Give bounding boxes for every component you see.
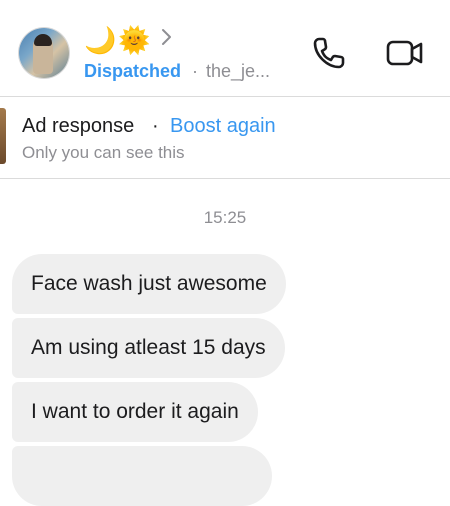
status-label: Dispatched xyxy=(84,61,182,81)
ad-thumbnail[interactable] xyxy=(0,108,6,164)
video-camera-icon[interactable] xyxy=(384,33,426,73)
phone-icon[interactable] xyxy=(309,33,349,73)
ad-response-title: Ad response xyxy=(22,115,135,137)
header-separator: · xyxy=(192,61,198,81)
message-bubble-partial[interactable] xyxy=(12,446,272,506)
header-divider xyxy=(0,96,450,97)
boost-again-link[interactable]: Boost again xyxy=(170,114,276,138)
sun-emoji: 🌞 xyxy=(118,26,151,56)
display-name[interactable]: 🌙 🌞 xyxy=(84,24,151,58)
avatar-hair xyxy=(34,34,52,46)
chevron-right-icon[interactable] xyxy=(160,27,174,47)
ad-separator: · xyxy=(152,115,159,137)
ad-visibility-note: Only you can see this xyxy=(22,143,185,162)
chat-header: 🌙 🌞 Dispatched · the_je... xyxy=(0,0,450,96)
message-bubble[interactable]: Am using atleast 15 days xyxy=(12,318,285,378)
profile-avatar[interactable] xyxy=(19,28,69,78)
message-timestamp: 15:25 xyxy=(203,208,247,227)
username-handle: the_je... xyxy=(206,61,271,81)
message-bubble[interactable]: Face wash just awesome xyxy=(12,254,286,314)
message-bubble[interactable]: I want to order it again xyxy=(12,382,258,442)
moon-emoji: 🌙 xyxy=(84,26,117,56)
ad-divider xyxy=(0,178,450,179)
